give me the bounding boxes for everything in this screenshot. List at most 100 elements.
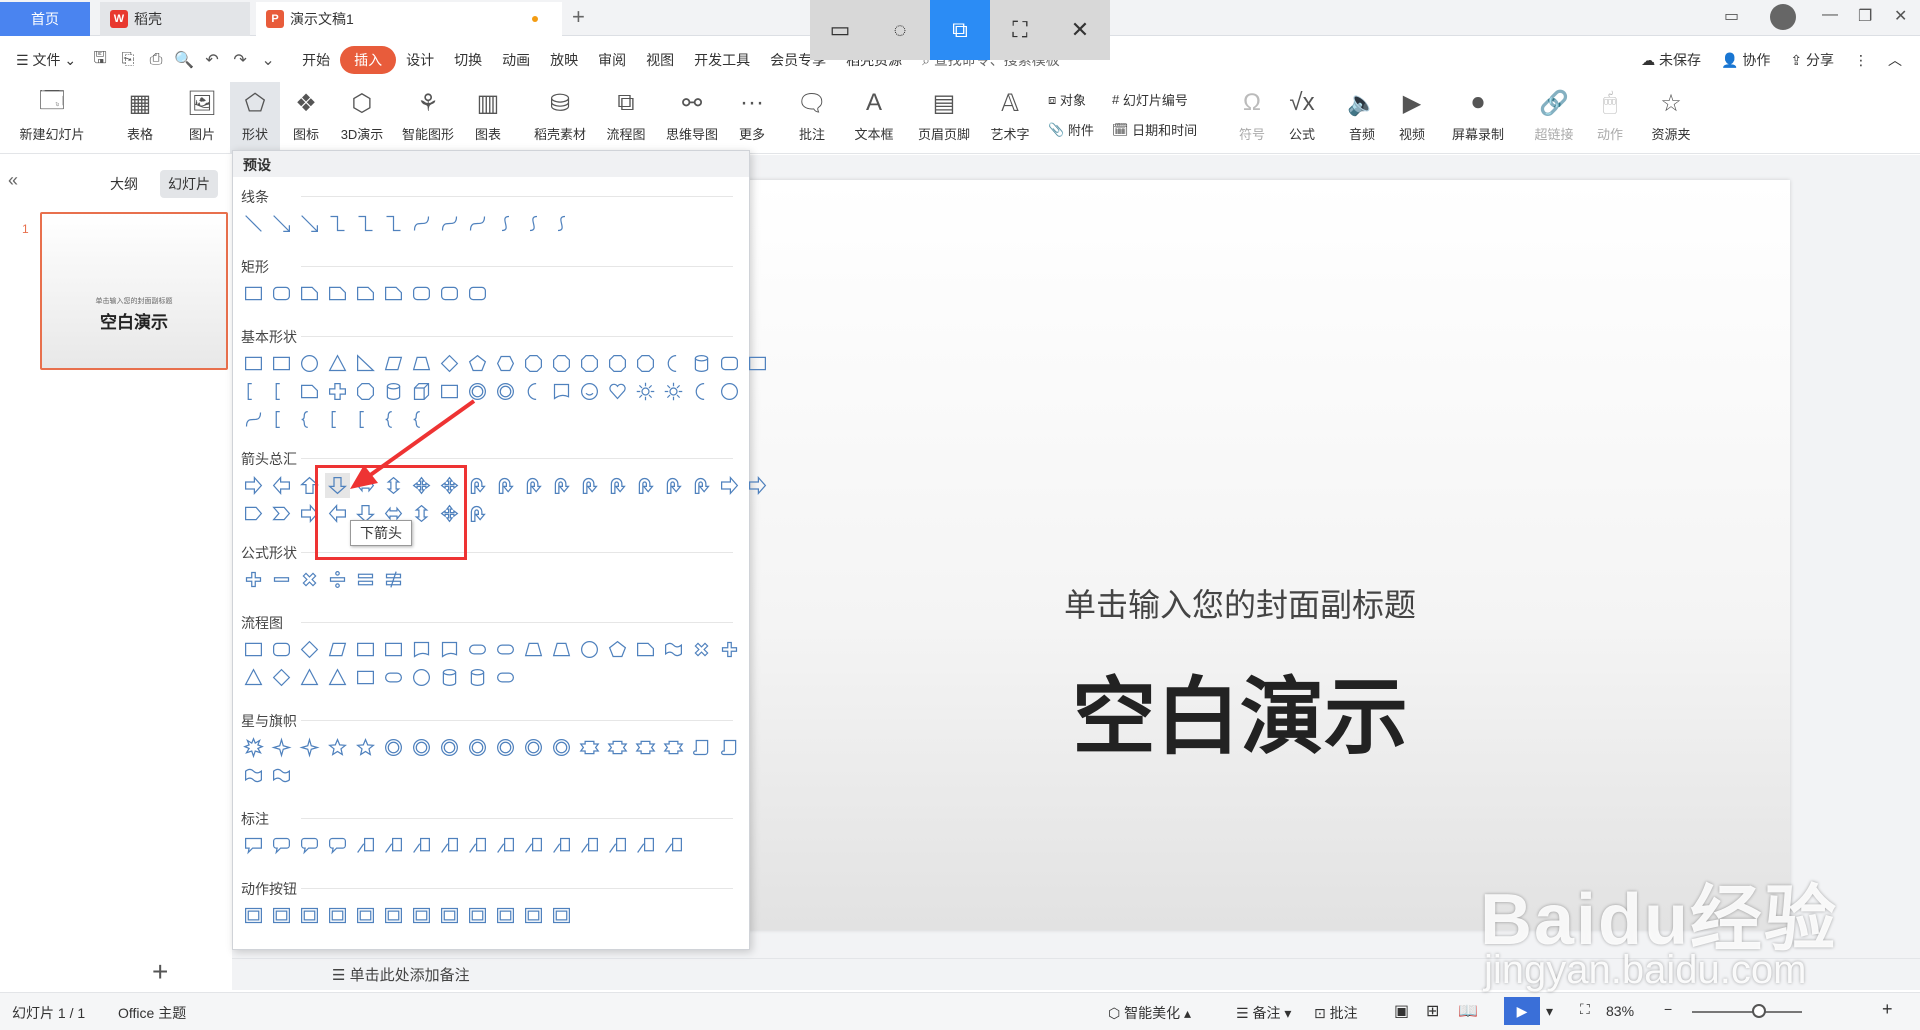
callbar-shape-icon[interactable]: [493, 833, 518, 858]
tab-document[interactable]: P 演示文稿1: [256, 2, 562, 36]
actbtn-shape-icon[interactable]: [549, 903, 574, 928]
uturn-shape-icon[interactable]: [465, 501, 490, 526]
audio-button[interactable]: 🔈 音频: [1342, 82, 1382, 154]
badge-shape-icon[interactable]: [409, 735, 434, 760]
collapse-ribbon-icon[interactable]: ︿: [1878, 46, 1912, 74]
ribbon-shape-icon[interactable]: [633, 735, 658, 760]
symbol-button[interactable]: Ω 符号: [1232, 82, 1272, 154]
smartart-button[interactable]: ⚘ 智能图形: [396, 82, 460, 154]
rect-shape-icon[interactable]: [241, 637, 266, 662]
pent-shape-icon[interactable]: [465, 351, 490, 376]
unsaved-button[interactable]: ☁ 未保存: [1631, 46, 1711, 74]
actbtn-shape-icon[interactable]: [325, 903, 350, 928]
collapse-panel-icon[interactable]: «: [8, 170, 18, 191]
window-layout-icon[interactable]: ▭: [1724, 6, 1739, 26]
callbar-shape-icon[interactable]: [465, 833, 490, 858]
minimize-icon[interactable]: —: [1822, 6, 1838, 24]
right-shape-icon[interactable]: [717, 473, 742, 498]
more-menu-icon[interactable]: ⋮: [1844, 46, 1878, 74]
callbar-shape-icon[interactable]: [521, 833, 546, 858]
brace-shape-icon[interactable]: [297, 407, 322, 432]
moon-shape-icon[interactable]: [521, 379, 546, 404]
curve-shape-icon[interactable]: [409, 211, 434, 236]
burst-shape-icon[interactable]: [241, 735, 266, 760]
plus-shape-icon[interactable]: [241, 567, 266, 592]
undo-icon[interactable]: ↶: [198, 46, 226, 74]
flowchart-button[interactable]: ⧉ 流程图: [602, 82, 650, 154]
attachment-button[interactable]: 📎 附件: [1048, 120, 1094, 139]
rect-shape-icon[interactable]: [353, 665, 378, 690]
fit-window-icon[interactable]: ⛶: [1580, 1001, 1590, 1018]
callrect-shape-icon[interactable]: [241, 833, 266, 858]
resources-button[interactable]: ☆ 资源夹: [1648, 82, 1694, 154]
doc-shape-icon[interactable]: [437, 637, 462, 662]
callbar-shape-icon[interactable]: [577, 833, 602, 858]
callbar-shape-icon[interactable]: [437, 833, 462, 858]
shape-button[interactable]: ⬠ 形状: [230, 82, 280, 154]
quick-access-chevron-icon[interactable]: ⌄: [254, 46, 282, 74]
left-shape-icon[interactable]: [269, 473, 294, 498]
heart-shape-icon[interactable]: [605, 379, 630, 404]
mult-shape-icon[interactable]: [689, 637, 714, 662]
snip-shape-icon[interactable]: [353, 281, 378, 306]
uturn-shape-icon[interactable]: [605, 473, 630, 498]
beautify-button[interactable]: ⬡ 智能美化 ▴: [1108, 1003, 1191, 1023]
callround-shape-icon[interactable]: [297, 833, 322, 858]
tab-animation[interactable]: 动画: [492, 46, 540, 74]
uturn-shape-icon[interactable]: [493, 473, 518, 498]
play-options-icon[interactable]: ▾: [1546, 1003, 1553, 1020]
close-window-icon[interactable]: ✕: [1894, 6, 1907, 26]
actbtn-shape-icon[interactable]: [521, 903, 546, 928]
pentarrow-shape-icon[interactable]: [241, 501, 266, 526]
mindmap-button[interactable]: ⚯ 思维导图: [660, 82, 724, 154]
badge-shape-icon[interactable]: [493, 735, 518, 760]
sun-shape-icon[interactable]: [633, 379, 658, 404]
tab-start[interactable]: 开始: [292, 46, 340, 74]
callbar-shape-icon[interactable]: [633, 833, 658, 858]
print-icon[interactable]: ⎙: [142, 46, 170, 74]
rect-shape-icon[interactable]: [269, 351, 294, 376]
object-button[interactable]: ⧈ 对象: [1048, 90, 1086, 109]
rect-shape-icon[interactable]: [381, 637, 406, 662]
neq-shape-icon[interactable]: [381, 567, 406, 592]
curve-shape-icon[interactable]: [241, 407, 266, 432]
elbow-shape-icon[interactable]: [353, 211, 378, 236]
print-preview-icon[interactable]: 🔍: [170, 46, 198, 74]
badge-shape-icon[interactable]: [493, 379, 518, 404]
tab-design[interactable]: 设计: [396, 46, 444, 74]
oct-shape-icon[interactable]: [633, 351, 658, 376]
rrect-shape-icon[interactable]: [269, 637, 294, 662]
doc-shape-icon[interactable]: [409, 637, 434, 662]
term-shape-icon[interactable]: [465, 637, 490, 662]
header-footer-button[interactable]: ▤ 页眉页脚: [914, 82, 974, 154]
tri-shape-icon[interactable]: [241, 665, 266, 690]
normal-view-icon[interactable]: ▣: [1394, 1001, 1409, 1021]
circle-shape-icon[interactable]: [409, 665, 434, 690]
trap-shape-icon[interactable]: [549, 637, 574, 662]
hyperlink-button[interactable]: 🔗 超链接: [1528, 82, 1580, 154]
close-capture-icon[interactable]: ✕: [1050, 0, 1110, 60]
term-shape-icon[interactable]: [493, 665, 518, 690]
icon-button[interactable]: ❖ 图标: [284, 82, 328, 154]
smile-shape-icon[interactable]: [577, 379, 602, 404]
rect-shape-icon[interactable]: [353, 637, 378, 662]
rrect-shape-icon[interactable]: [409, 281, 434, 306]
picture-button[interactable]: 🖼 图片: [180, 82, 224, 154]
circle-shape-icon[interactable]: [297, 351, 322, 376]
badge-shape-icon[interactable]: [521, 735, 546, 760]
redo-icon[interactable]: ↷: [226, 46, 254, 74]
uturn-shape-icon[interactable]: [577, 473, 602, 498]
save-icon[interactable]: 🖫: [86, 46, 114, 74]
new-tab-button[interactable]: +: [572, 4, 585, 30]
right-shape-icon[interactable]: [745, 473, 770, 498]
diamond-shape-icon[interactable]: [437, 351, 462, 376]
badge-shape-icon[interactable]: [381, 735, 406, 760]
term-shape-icon[interactable]: [493, 637, 518, 662]
para-shape-icon[interactable]: [325, 637, 350, 662]
tri-shape-icon[interactable]: [325, 351, 350, 376]
ribbon-shape-icon[interactable]: [661, 735, 686, 760]
rrect-shape-icon[interactable]: [465, 281, 490, 306]
snip-shape-icon[interactable]: [633, 637, 658, 662]
arrowline-shape-icon[interactable]: [297, 211, 322, 236]
elbow-shape-icon[interactable]: [381, 211, 406, 236]
